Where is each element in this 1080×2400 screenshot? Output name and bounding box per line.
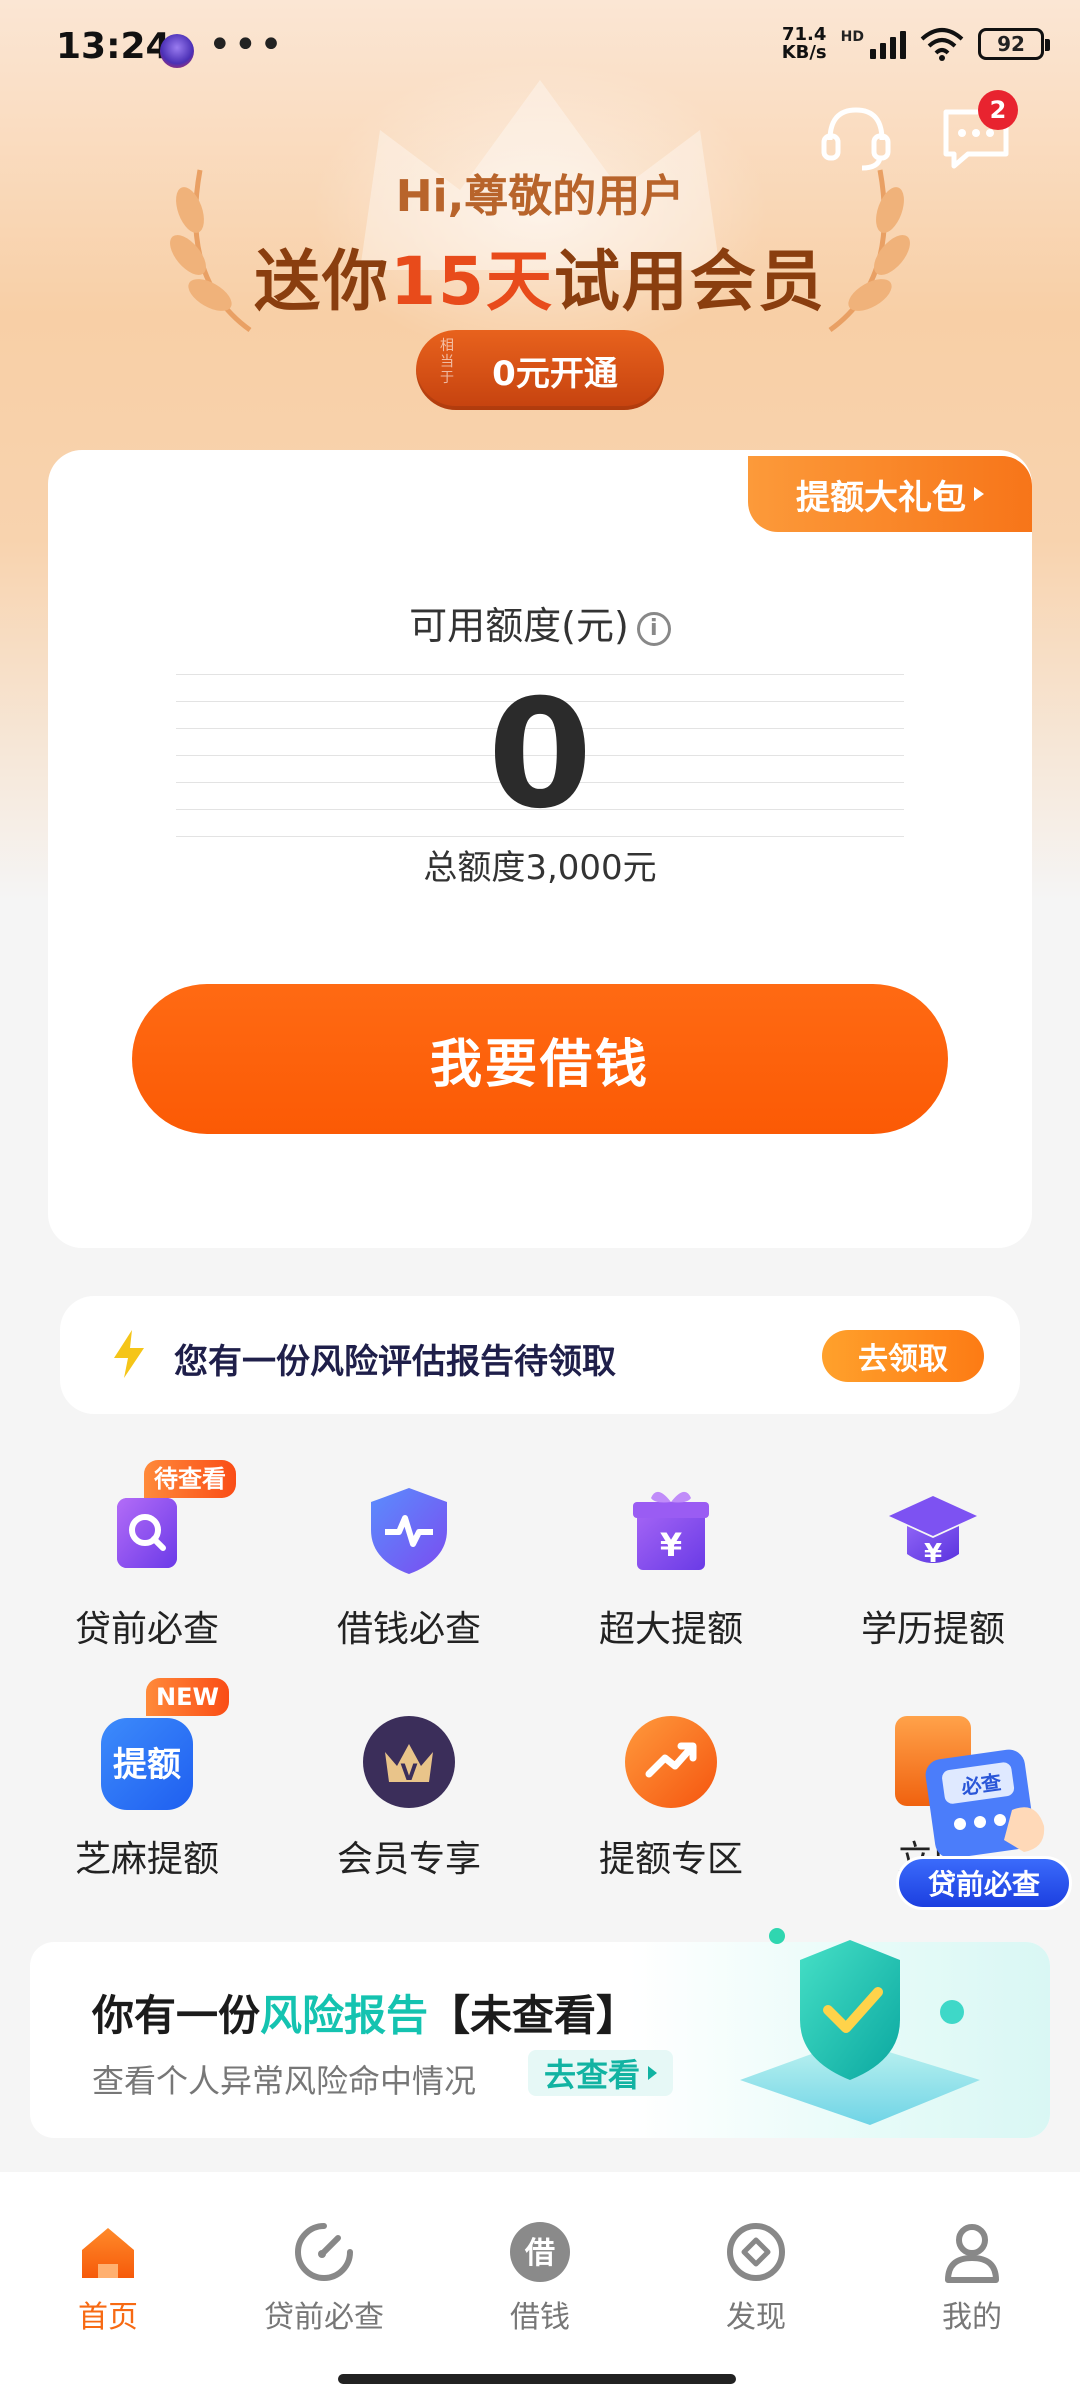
grid-item-label: 超大提额 bbox=[598, 1609, 743, 1650]
borrow-button[interactable]: 我要借钱 bbox=[132, 984, 948, 1134]
notice-text: 您有一份风险评估报告待领取 bbox=[174, 1342, 616, 1382]
grid-item-label: 学历提额 bbox=[860, 1609, 1005, 1650]
arrow-right-icon bbox=[974, 487, 984, 501]
status-time: 13:24 bbox=[56, 26, 171, 67]
svg-text:借: 借 bbox=[524, 2236, 555, 2271]
nav-label: 发现 bbox=[726, 2300, 786, 2335]
nav-item-borrow[interactable]: 借 借钱 bbox=[432, 2220, 648, 2335]
new-tag: NEW bbox=[146, 1678, 229, 1716]
grid-item-sesame-limit[interactable]: 提额 NEW 芝麻提额 bbox=[16, 1678, 278, 1890]
limit-gift-pack-button[interactable]: 提额大礼包 bbox=[748, 456, 1032, 532]
available-limit-label: 可用额度(元) i bbox=[48, 595, 1032, 650]
sesame-raise-icon: 提额 bbox=[101, 1718, 193, 1810]
svg-text:¥: ¥ bbox=[660, 1526, 682, 1564]
compass-icon bbox=[727, 2223, 785, 2281]
grid-item-label: 贷前必查 bbox=[74, 1609, 219, 1650]
more-notifications-icon: ••• bbox=[208, 22, 285, 68]
message-badge: 2 bbox=[978, 90, 1018, 130]
battery-icon: 92 bbox=[978, 28, 1050, 60]
borrow-icon: 借 bbox=[510, 2222, 570, 2282]
activate-membership-label: 0元开通 bbox=[492, 353, 618, 394]
info-icon[interactable]: i bbox=[636, 612, 671, 646]
view-report-button[interactable]: 去查看 bbox=[528, 2050, 674, 2096]
graduation-icon: ¥ bbox=[889, 1496, 977, 1569]
grid-item-label: 借钱必查 bbox=[336, 1609, 481, 1650]
hero-greeting: Hi,尊敬的用户 bbox=[395, 171, 685, 222]
svg-text:提额: 提额 bbox=[113, 1745, 181, 1785]
grid-item-limit-zone[interactable]: 提额专区 bbox=[540, 1690, 802, 1890]
grid-item-loan-check[interactable]: 待查看 贷前必查 bbox=[16, 1460, 278, 1660]
svg-text:¥: ¥ bbox=[924, 1539, 942, 1569]
credit-card: 提额大礼包 可用额度(元) i 0 总额度3,000元 我要借钱 bbox=[48, 450, 1032, 1248]
floating-widget-label: 贷前必查 bbox=[896, 1856, 1072, 1910]
shield-pulse-icon bbox=[371, 1488, 447, 1574]
nav-item-discover[interactable]: 发现 bbox=[648, 2220, 864, 2335]
gauge-icon bbox=[295, 2223, 353, 2281]
bottom-nav: 首页 贷前必查 借 借钱 发现 我的 bbox=[0, 2172, 1080, 2400]
status-bar: 13:24 ••• 71.4 KB/s HD 92 bbox=[0, 0, 1080, 100]
lightning-icon bbox=[114, 1330, 144, 1378]
grid-item-super-limit[interactable]: ¥ 超大提额 bbox=[540, 1460, 802, 1660]
home-icon bbox=[82, 2228, 134, 2278]
grid-item-education-limit[interactable]: ¥ 学历提额 bbox=[802, 1460, 1064, 1660]
trend-up-icon bbox=[625, 1716, 717, 1808]
report-title: 你有一份风险报告【未查看】 bbox=[92, 1991, 639, 2040]
available-amount: 0 bbox=[487, 668, 593, 842]
nav-label: 我的 bbox=[942, 2300, 1002, 2335]
nav-item-profile[interactable]: 我的 bbox=[864, 2220, 1080, 2335]
gift-yuan-icon: ¥ bbox=[633, 1491, 709, 1570]
claim-button[interactable]: 去领取 bbox=[822, 1330, 984, 1382]
grid-item-borrow-check[interactable]: 借钱必查 bbox=[278, 1460, 540, 1660]
equivalent-label: 相当于 bbox=[440, 338, 454, 386]
nav-label: 贷前必查 bbox=[264, 2300, 384, 2335]
grid-item-label: 会员专享 bbox=[336, 1839, 481, 1880]
pending-review-tag: 待查看 bbox=[144, 1460, 236, 1498]
signal-icon: HD bbox=[841, 29, 906, 59]
nav-label: 借钱 bbox=[510, 2300, 570, 2335]
grid-item-label: 芝麻提额 bbox=[74, 1839, 219, 1880]
nav-item-home[interactable]: 首页 bbox=[0, 2220, 216, 2335]
arrow-right-icon bbox=[648, 2066, 658, 2080]
nav-label: 首页 bbox=[78, 2300, 138, 2335]
grid-item-member-exclusive[interactable]: V 会员专享 bbox=[278, 1690, 540, 1890]
activate-membership-button[interactable]: 相当于 0元开通 bbox=[416, 330, 664, 410]
calculator-hand-icon: 必查 bbox=[925, 1749, 1045, 1859]
nav-item-loan-check[interactable]: 贷前必查 bbox=[216, 2220, 432, 2335]
wifi-icon bbox=[920, 28, 964, 61]
risk-report-notice: 您有一份风险评估报告待领取 去领取 bbox=[60, 1296, 1020, 1414]
shield-check-illustration bbox=[740, 1928, 980, 2125]
hero-title: 送你15天试用会员 bbox=[254, 243, 826, 320]
vip-crown-icon: V bbox=[363, 1716, 455, 1808]
profile-icon bbox=[945, 2224, 999, 2283]
network-speed: 71.4 KB/s bbox=[781, 24, 827, 63]
home-indicator[interactable] bbox=[338, 2374, 736, 2384]
total-limit: 总额度3,000元 bbox=[423, 848, 657, 888]
grid-item-label: 提额专区 bbox=[598, 1839, 743, 1880]
app-notification-icon bbox=[160, 34, 194, 68]
report-subtitle: 查看个人异常风险命中情况 bbox=[92, 2062, 477, 2100]
floating-loan-check-widget[interactable]: 必查 贷前必查 bbox=[896, 1740, 1072, 1910]
svg-text:V: V bbox=[400, 1761, 417, 1786]
